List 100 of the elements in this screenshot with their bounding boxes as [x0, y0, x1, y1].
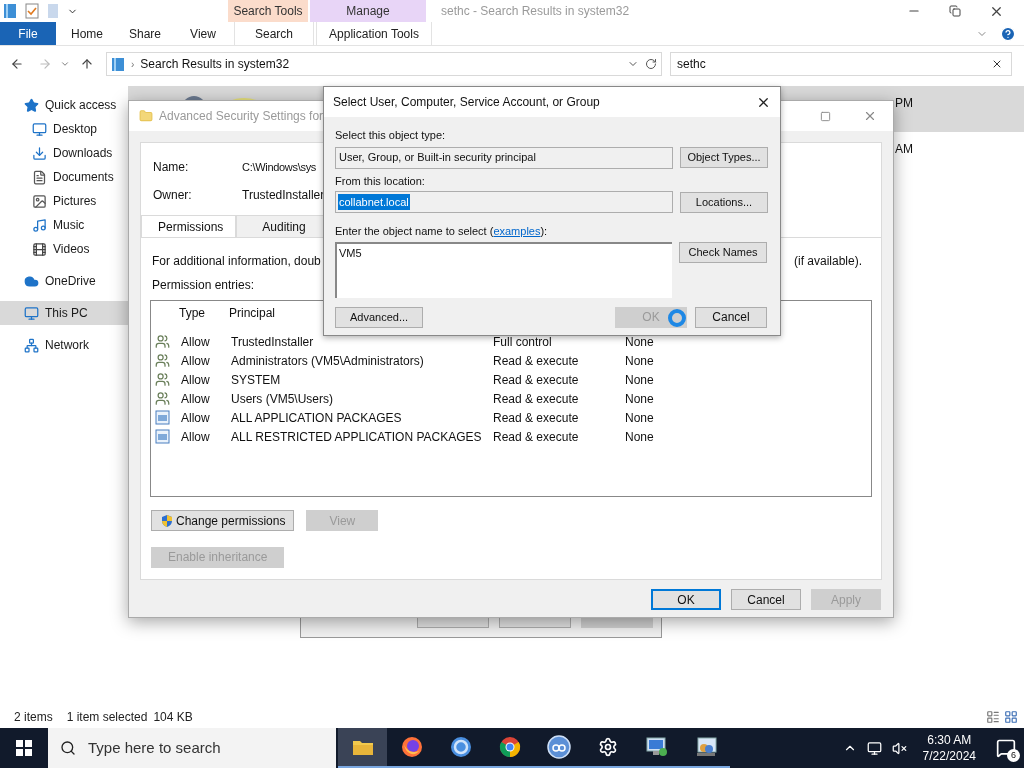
object-types-button[interactable]: Object Types...: [680, 147, 768, 168]
nav-item[interactable]: Quick access: [0, 93, 128, 117]
examples-link[interactable]: examples: [493, 225, 541, 237]
up-icon[interactable]: [80, 57, 94, 71]
check-names-button[interactable]: Check Names: [679, 241, 767, 263]
context-tab-header: Manage: [310, 0, 426, 22]
folder-icon: [3, 3, 17, 19]
advanced-button[interactable]: Advanced...: [335, 306, 423, 328]
table-cell-text: None: [625, 409, 655, 427]
column-header[interactable]: Type: [179, 303, 229, 322]
dialog-button[interactable]: OK: [651, 589, 721, 610]
monitor-icon: [32, 121, 47, 137]
qb-icon: [546, 735, 571, 759]
locations-button[interactable]: Locations...: [680, 191, 768, 213]
ribbon-tab[interactable]: File: [0, 22, 56, 45]
table-cell-text: Allow: [181, 409, 211, 427]
nav-item[interactable]: Music: [0, 213, 128, 237]
cloud-icon: [24, 273, 39, 289]
table-cell-text: Read & execute: [493, 428, 580, 446]
nav-item[interactable]: OneDrive: [0, 269, 128, 293]
clock-time[interactable]: 6:30 AM: [927, 732, 972, 748]
nav-item[interactable]: Network: [0, 333, 128, 357]
users-icon: [155, 372, 170, 387]
ribbon-tab[interactable]: View: [174, 22, 232, 45]
table-cell-text: Allow: [181, 333, 211, 351]
clock-date[interactable]: 7/22/2024: [922, 748, 976, 764]
help-icon[interactable]: [1000, 25, 1016, 42]
clear-icon[interactable]: [991, 58, 1003, 70]
breadcrumb-chevron: ›: [131, 57, 135, 72]
muted-speaker-icon[interactable]: [891, 740, 907, 756]
action-button[interactable]: Change permissions: [151, 510, 295, 531]
address-text: Search Results in system32: [140, 56, 290, 73]
table-cell-text: ALL RESTRICTED APPLICATION PACKAGES: [231, 428, 483, 446]
chrome-icon: [498, 736, 521, 758]
document-icon: [32, 169, 47, 185]
star-icon: [24, 97, 39, 113]
table-cell-text: Administrators (VM5\Administrators): [231, 352, 425, 370]
nav-item[interactable]: Videos: [0, 237, 128, 261]
table-cell-text: SYSTEM: [231, 371, 282, 389]
dialog-title: Select User, Computer, Service Account, or Group: [333, 94, 600, 111]
selection-size: 104 KB: [153, 709, 193, 726]
table-cell-text: None: [625, 428, 655, 446]
computer-icon: [644, 736, 669, 758]
maximize-icon[interactable]: [820, 110, 831, 122]
ribbon-tab[interactable]: Search: [234, 22, 314, 45]
dialog-button[interactable]: Cancel: [695, 306, 767, 328]
dialog-button[interactable]: Cancel: [731, 589, 801, 610]
field-label: Enter the object name to select (examples):: [335, 224, 549, 239]
nav-item[interactable]: Desktop: [0, 117, 128, 141]
search-field[interactable]: sethc: [670, 52, 1012, 76]
shield-icon: [160, 513, 174, 528]
ribbon-tab[interactable]: Share: [116, 22, 174, 45]
context-tab-header: Search Tools: [228, 0, 308, 22]
notification-count: 6: [1007, 749, 1020, 762]
table-cell-text: Allow: [181, 428, 211, 446]
object-name-field[interactable]: VM5: [335, 241, 672, 298]
nav-item[interactable]: Pictures: [0, 189, 128, 213]
film-icon: [32, 241, 47, 257]
refresh-icon[interactable]: [645, 58, 657, 70]
image-icon: [32, 193, 47, 209]
table-cell-text: Read & execute: [493, 352, 580, 370]
recent-caret-icon[interactable]: [60, 59, 70, 69]
windows-logo-icon: [16, 740, 32, 756]
music-note-icon: [32, 217, 47, 233]
ribbon-tab[interactable]: Application Tools: [316, 22, 432, 45]
restore-icon[interactable]: [949, 5, 961, 17]
window-title: sethc - Search Results in system32: [441, 3, 630, 20]
table-cell-text: TrustedInstaller: [231, 333, 315, 351]
taskbar-search-field[interactable]: Type here to search: [48, 728, 336, 768]
table-cell-text: Allow: [181, 371, 211, 389]
tiles-view-icon[interactable]: [1004, 710, 1018, 724]
dialog-title: Advanced Security Settings for: [159, 108, 324, 125]
users-icon: [155, 353, 170, 368]
table-cell-text: Read & execute: [493, 390, 580, 408]
nav-item[interactable]: Documents: [0, 165, 128, 189]
folder-icon: [139, 108, 153, 124]
users-icon: [155, 391, 170, 406]
tab[interactable]: Permissions: [141, 215, 236, 237]
back-icon[interactable]: [10, 57, 24, 71]
table-cell-text: Allow: [181, 390, 211, 408]
nav-item[interactable]: This PC: [0, 301, 128, 325]
users-icon: [155, 334, 170, 349]
table-cell-text: ALL APPLICATION PACKAGES: [231, 409, 403, 427]
table-cell-text: Users (VM5\Users): [231, 390, 334, 408]
address-bar[interactable]: › Search Results in system32: [106, 52, 662, 76]
info-text: (if available).: [793, 253, 862, 270]
ring-icon: [449, 736, 472, 758]
ribbon-tab[interactable]: Home: [58, 22, 116, 45]
nav-item[interactable]: Downloads: [0, 141, 128, 165]
checklist-icon: [25, 3, 39, 19]
section-label: Permission entries:: [151, 277, 256, 294]
location-field[interactable]: collabnet.local: [335, 191, 673, 213]
field-value: TrustedInstaller: [242, 187, 325, 204]
new-folder-icon: [47, 3, 59, 19]
taskbar-app[interactable]: [338, 728, 387, 768]
details-view-icon[interactable]: [986, 710, 1000, 724]
table-cell-text: None: [625, 352, 655, 370]
network-icon: [24, 337, 39, 353]
network-status-icon[interactable]: [866, 740, 882, 756]
modified-time: PM: [895, 95, 913, 112]
